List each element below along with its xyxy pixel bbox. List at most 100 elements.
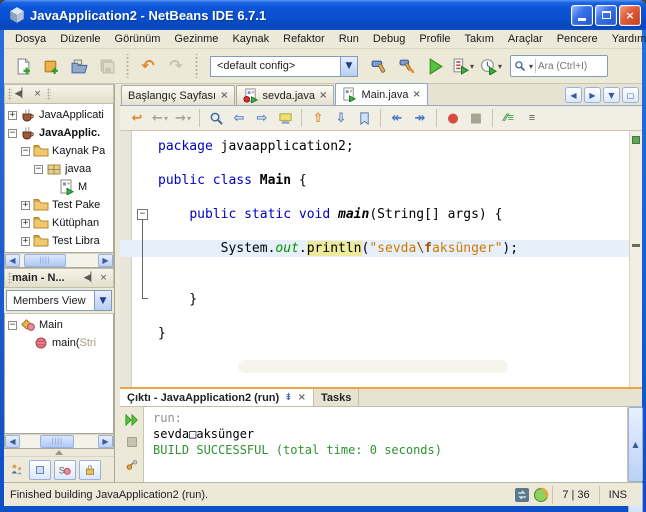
menu-item-6[interactable]: Run	[332, 31, 366, 47]
projects-hscrollbar[interactable]: ◀ ▶	[4, 253, 114, 268]
scroll-up-icon[interactable]: ▲	[628, 407, 643, 482]
fold-collapse-icon[interactable]: −	[137, 209, 148, 220]
rerun-button[interactable]	[122, 410, 141, 429]
menu-item-10[interactable]: Araçlar	[501, 31, 550, 47]
comment-button[interactable]: ∕∕≡	[498, 108, 520, 129]
sync-status-icon[interactable]	[514, 487, 530, 503]
scrollbar-thumb[interactable]	[40, 435, 75, 448]
menu-item-11[interactable]: Pencere	[550, 31, 605, 47]
close-button[interactable]: ×	[619, 4, 641, 26]
menu-item-9[interactable]: Takım	[458, 31, 501, 47]
code-line-2[interactable]: public class Main {	[120, 172, 629, 189]
redo-button[interactable]: ↷	[163, 53, 189, 79]
output-vscrollbar[interactable]: ▲ ▼	[627, 407, 643, 512]
close-icon[interactable]: ×	[298, 392, 306, 403]
scroll-tabs-left-icon[interactable]: ◀	[565, 87, 582, 103]
expander-minus-icon[interactable]: −	[8, 320, 17, 330]
close-panel-icon[interactable]: ×	[97, 272, 110, 285]
code-text[interactable]: package javaapplication2; public class M…	[120, 131, 629, 387]
build-project-button[interactable]	[366, 53, 392, 79]
debug-project-button[interactable]: ▾	[450, 53, 476, 79]
profile-project-button[interactable]: ▾	[478, 53, 504, 79]
expander-plus-icon[interactable]: +	[21, 218, 30, 228]
last-edit-location-button[interactable]: ↩	[126, 108, 148, 129]
tab-tasks[interactable]: Tasks	[314, 389, 360, 406]
members-view-select[interactable]: Members View ▼	[6, 290, 112, 311]
expander-plus-icon[interactable]: +	[21, 200, 30, 210]
show-static-toggle[interactable]: S	[54, 459, 76, 480]
scroll-tabs-right-icon[interactable]: ▶	[584, 87, 601, 103]
stop-macro-button[interactable]: ■	[465, 108, 487, 129]
expander-plus-icon[interactable]: +	[8, 110, 17, 120]
title-bar[interactable]: JavaApplication2 - NetBeans IDE 6.7.1 ×	[0, 0, 646, 30]
output-dropdown-icon[interactable]: ⇟	[284, 392, 292, 403]
code-line-5[interactable]	[120, 223, 629, 240]
project-item-6[interactable]: + Kütüphan	[5, 214, 113, 232]
error-stripe[interactable]	[629, 131, 642, 387]
output-text[interactable]: run: sevda□aksünger BUILD SUCCESSFUL (tota…	[144, 407, 627, 482]
scroll-right-icon[interactable]: ▶	[98, 435, 113, 448]
menu-item-12[interactable]: Yardım	[605, 31, 646, 47]
code-line-3[interactable]	[120, 189, 629, 206]
expander-minus-icon[interactable]: −	[8, 128, 17, 138]
close-tab-icon[interactable]: ×	[319, 90, 327, 101]
project-item-7[interactable]: + Test Libra	[5, 232, 113, 250]
back-button[interactable]: ← ▾	[149, 108, 171, 129]
editor-tab-1[interactable]: sevda.java ×	[236, 85, 335, 105]
find-button[interactable]	[205, 108, 227, 129]
tab-list-dropdown-icon[interactable]: ▼	[603, 87, 620, 103]
scroll-left-icon[interactable]: ◀	[5, 435, 20, 448]
expander-plus-icon[interactable]: +	[21, 236, 30, 246]
save-all-button[interactable]	[94, 53, 120, 79]
close-tab-icon[interactable]: ×	[220, 90, 228, 101]
clean-build-button[interactable]	[394, 53, 420, 79]
project-item-0[interactable]: + JavaApplicati	[5, 106, 113, 124]
code-line-10[interactable]	[120, 308, 629, 325]
project-item-3[interactable]: − javaa	[5, 160, 113, 178]
close-panel-icon[interactable]: ×	[31, 88, 44, 101]
code-line-11[interactable]: }	[120, 325, 629, 342]
chevron-down-icon[interactable]: ▾	[529, 62, 533, 71]
scroll-left-icon[interactable]: ◀	[5, 254, 20, 267]
navigator-hscrollbar[interactable]: ◀ ▶	[4, 434, 114, 449]
menu-item-0[interactable]: Dosya	[8, 31, 53, 47]
update-center-icon[interactable]	[533, 487, 549, 503]
menu-item-1[interactable]: Düzenle	[53, 31, 107, 47]
navigator-item-1[interactable]: main(Stri	[5, 334, 113, 352]
code-line-8[interactable]	[120, 274, 629, 291]
config-select[interactable]: <default config> ▼	[210, 55, 358, 77]
stop-button[interactable]	[122, 432, 141, 451]
uncomment-button[interactable]: ≡	[521, 108, 543, 129]
chevron-down-icon[interactable]: ▼	[340, 56, 357, 76]
new-project-button[interactable]	[38, 53, 64, 79]
chevron-down-icon[interactable]: ▼	[94, 291, 111, 310]
editor-tab-2[interactable]: Main.java ×	[335, 83, 428, 105]
find-previous-button[interactable]: ⇦	[228, 108, 250, 129]
quick-search-box[interactable]: ▾	[510, 55, 608, 77]
scrollbar-thumb[interactable]	[24, 254, 66, 267]
close-tab-icon[interactable]: ×	[413, 89, 421, 100]
splitter-grip[interactable]	[4, 449, 114, 456]
new-file-button[interactable]	[10, 53, 36, 79]
inherited-members-icon[interactable]	[8, 461, 26, 479]
project-item-5[interactable]: + Test Pake	[5, 196, 113, 214]
code-line-9[interactable]: }	[120, 291, 629, 308]
code-line-7[interactable]	[120, 257, 629, 274]
project-item-1[interactable]: − JavaApplic.	[5, 124, 113, 142]
menu-item-2[interactable]: Görünüm	[108, 31, 168, 47]
code-line-6[interactable]: System.out.println("sevda\faksünger");	[120, 240, 629, 257]
ant-settings-button[interactable]	[122, 454, 141, 473]
minimize-button[interactable]	[571, 4, 593, 26]
project-item-2[interactable]: − Kaynak Pa	[5, 142, 113, 160]
show-non-public-toggle[interactable]	[79, 459, 101, 480]
show-fields-toggle[interactable]	[29, 459, 51, 480]
maximize-editor-icon[interactable]: ▢	[622, 87, 639, 103]
menu-item-7[interactable]: Debug	[366, 31, 412, 47]
scroll-right-icon[interactable]: ▶	[98, 254, 113, 267]
code-line-4[interactable]: public static void main(String[] args) {	[120, 206, 629, 223]
forward-button[interactable]: → ▾	[172, 108, 194, 129]
navigator-item-0[interactable]: − Main	[5, 316, 113, 334]
toggle-bookmark-button[interactable]	[353, 108, 375, 129]
expander-minus-icon[interactable]: −	[34, 164, 43, 174]
menu-item-3[interactable]: Gezinme	[167, 31, 225, 47]
